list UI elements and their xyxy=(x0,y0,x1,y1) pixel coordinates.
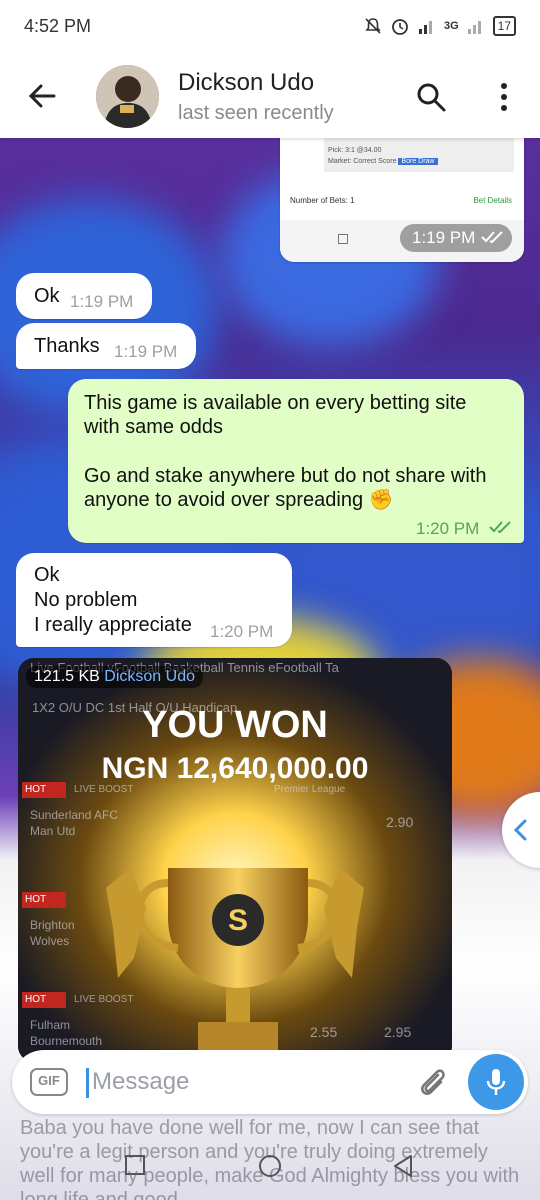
network-label: 3G xyxy=(443,20,459,32)
message-composer: GIF xyxy=(12,1050,528,1114)
odd-value: 2.90 xyxy=(386,814,414,830)
message-text: No problem xyxy=(34,589,138,611)
incoming-message[interactable]: Ok 1:19 PM xyxy=(16,273,152,319)
mini-square-icon xyxy=(338,234,348,244)
message-text: Thanks xyxy=(34,335,100,357)
message-text: This game is available on every betting … xyxy=(84,392,467,438)
market-chip: Bore Draw xyxy=(398,158,438,165)
message-time: 1:19 PM xyxy=(114,342,178,361)
hot-badge: HOT xyxy=(22,892,66,908)
mute-notification-icon xyxy=(365,18,381,34)
signal-icon xyxy=(418,21,432,34)
avatar[interactable] xyxy=(96,65,159,128)
signal-icon-2 xyxy=(467,21,481,34)
status-bar: 4:52 PM 3G 17 xyxy=(0,0,540,56)
battery-indicator: 17 xyxy=(492,16,516,36)
pick-text: Pick: 3:1 @34.00 xyxy=(328,147,382,154)
bet-slip-summary: Pick: 3:1 @34.00 Market: Correct Score B… xyxy=(324,138,514,172)
status-icons: 3G 17 xyxy=(364,16,516,36)
home-icon[interactable] xyxy=(257,1153,283,1179)
number-of-bets: Number of Bets: 1 xyxy=(290,196,355,205)
live-boost-label: LIVE BOOST xyxy=(74,994,134,1005)
more-options-icon[interactable] xyxy=(492,80,516,114)
image-message[interactable]: S Live Football vFootball Basketball Ten… xyxy=(18,658,452,1062)
outgoing-message[interactable]: This game is available on every betting … xyxy=(68,379,524,543)
contact-name[interactable]: Dickson Udo xyxy=(178,69,314,97)
message-time: 1:19 PM xyxy=(70,292,134,311)
media-info: 121.5 KB Dickson Udo xyxy=(26,666,203,688)
voice-record-button[interactable] xyxy=(468,1054,524,1110)
incoming-message[interactable]: Ok No problem I really appreciate 1:20 P… xyxy=(16,553,292,647)
message-time: 1:20 PM xyxy=(416,519,480,538)
chevron-left-icon xyxy=(513,819,527,841)
team-name: Brighton xyxy=(30,918,75,932)
bet-details-link: Bet Details xyxy=(473,196,512,205)
attach-icon[interactable] xyxy=(416,1066,448,1100)
back-nav-icon[interactable] xyxy=(391,1153,415,1179)
media-sender: Dickson Udo xyxy=(104,668,195,685)
market-text: Market: Correct Score xyxy=(328,158,397,165)
last-seen-status: last seen recently xyxy=(178,102,334,124)
double-check-icon xyxy=(481,231,503,244)
time-text: 1:19 PM xyxy=(412,228,476,247)
alarm-icon xyxy=(392,19,408,35)
message-text: I really appreciate xyxy=(34,614,192,636)
recent-apps-icon[interactable] xyxy=(124,1154,146,1176)
back-arrow-icon[interactable] xyxy=(26,78,58,114)
message-text: Go and stake anywhere but do not share w… xyxy=(84,465,487,511)
search-icon[interactable] xyxy=(414,80,448,114)
win-amount: NGN 12,640,000.00 xyxy=(101,752,369,785)
market-row: Market: Correct Score Bore Draw xyxy=(328,158,438,165)
status-time: 4:52 PM xyxy=(24,16,92,36)
gif-icon[interactable]: GIF xyxy=(30,1068,68,1096)
message-text: Ok xyxy=(34,564,60,586)
message-time: 1:20 PM xyxy=(210,622,274,641)
double-check-icon xyxy=(489,521,511,534)
message-text: Ok xyxy=(34,285,60,307)
win-title: YOU WON xyxy=(142,704,328,746)
microphone-icon xyxy=(486,1069,506,1095)
file-size: 121.5 KB xyxy=(34,668,100,685)
odd-value: 2.95 xyxy=(384,1024,412,1040)
chat-header: Dickson Udo last seen recently xyxy=(0,56,540,138)
message-time: 1:19 PM xyxy=(400,224,512,252)
system-nav-bar xyxy=(0,1140,540,1200)
message-input[interactable] xyxy=(88,1064,408,1100)
hot-badge: HOT xyxy=(22,992,66,1008)
incoming-message[interactable]: Thanks 1:19 PM xyxy=(16,323,196,369)
team-name: Wolves xyxy=(30,934,70,948)
